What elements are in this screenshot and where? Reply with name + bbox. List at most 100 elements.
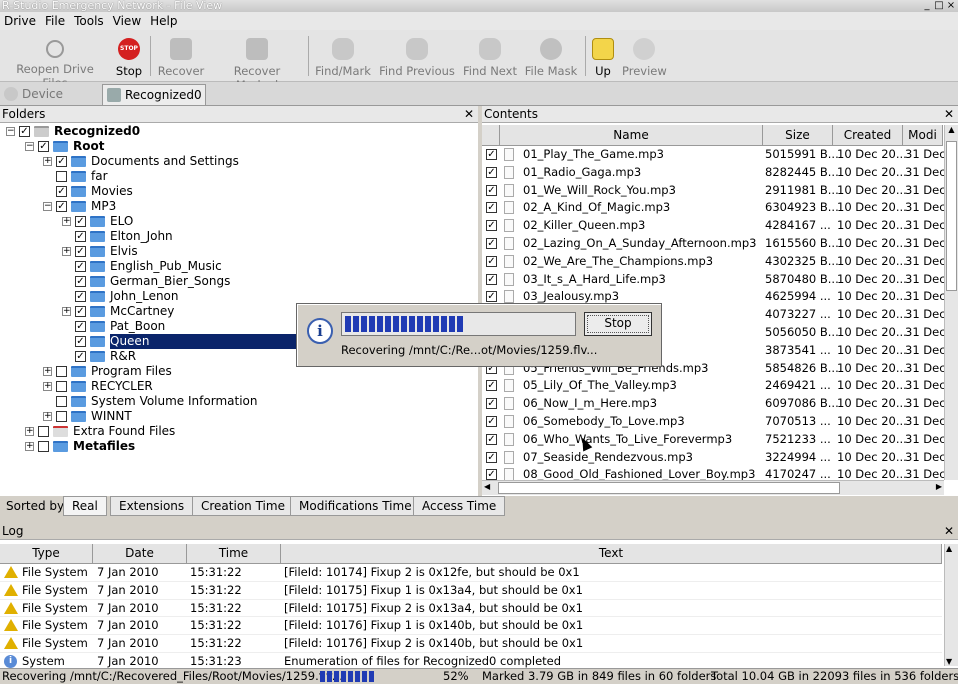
tree-node-mp3[interactable]: − ✓ MP3 [43, 199, 116, 214]
checkbox[interactable]: ✓ [486, 255, 497, 267]
tree-node-root[interactable]: − ✓ Root [25, 139, 104, 154]
close-log-icon[interactable]: ✕ [944, 524, 954, 538]
tree-node-documents[interactable]: + ✓ Documents and Settings [43, 154, 239, 169]
tree-node-program-files[interactable]: + Program Files [43, 364, 172, 379]
file-row[interactable]: ✓ 06_Who_Wants_To_Live_Forevermp3 7521233 … [482, 431, 946, 449]
checkbox[interactable]: ✓ [75, 231, 86, 242]
checkbox[interactable]: ✓ [486, 469, 497, 481]
column-header-modified[interactable]: Modi [903, 125, 943, 146]
tree-node-far[interactable]: far [56, 169, 108, 184]
scroll-right-arrow-icon[interactable]: ▶ [936, 482, 942, 491]
collapse-icon[interactable]: − [25, 142, 34, 151]
checkbox[interactable]: ✓ [38, 141, 49, 152]
tree-node-elvis[interactable]: + ✓ Elvis [62, 244, 138, 259]
up-button[interactable]: Up [590, 36, 616, 80]
log-column-time[interactable]: Time [187, 544, 281, 564]
tree-node-john-lenon[interactable]: ✓ John_Lenon [75, 289, 179, 304]
sort-real-button[interactable]: Real [63, 496, 107, 516]
scroll-down-arrow-icon[interactable]: ▼ [946, 657, 952, 666]
file-row[interactable]: ✓ 02_Lazing_On_A_Sunday_Afternoon.mp3 1615… [482, 235, 946, 253]
tree-node-queen[interactable]: ✓ Queen [75, 334, 330, 349]
checkbox[interactable]: ✓ [486, 184, 497, 196]
checkbox[interactable]: ✓ [75, 291, 86, 302]
tree-node-mccartney[interactable]: + ✓ McCartney [62, 304, 174, 319]
expand-icon[interactable]: + [25, 427, 34, 436]
file-row[interactable]: ✓ 03_It_s_A_Hard_Life.mp3 5870480 B... 10 D… [482, 271, 946, 289]
checkbox[interactable]: ✓ [75, 306, 86, 317]
tree-node-system-volume[interactable]: System Volume Information [56, 394, 257, 409]
file-row[interactable]: ✓ 02_A_Kind_Of_Magic.mp3 6304923 B... 10 De… [482, 199, 946, 217]
tree-node-german-bier[interactable]: ✓ German_Bier_Songs [75, 274, 230, 289]
file-row[interactable]: ✓ 01_Radio_Gaga.mp3 8282445 B... 10 Dec 20.… [482, 164, 946, 182]
close-folders-icon[interactable]: ✕ [464, 107, 474, 121]
checkbox[interactable] [56, 396, 67, 407]
expand-icon[interactable]: + [62, 247, 71, 256]
checkbox[interactable]: ✓ [56, 156, 67, 167]
file-row[interactable]: ✓ 02_Killer_Queen.mp3 4284167 ... 10 Dec 20… [482, 217, 946, 235]
tree-node-movies[interactable]: ✓ Movies [56, 184, 133, 199]
tab-recognized0[interactable]: Recognized0 [102, 84, 206, 105]
log-row[interactable]: File System 7 Jan 2010 15:31:22 [FileId: 10… [0, 617, 942, 636]
expand-icon[interactable]: + [62, 217, 71, 226]
recover-marked-button[interactable]: Recover Marked [212, 36, 302, 92]
column-header-created[interactable]: Created [833, 125, 903, 146]
checkbox[interactable] [56, 366, 67, 377]
checkbox[interactable]: ✓ [486, 433, 497, 445]
checkbox[interactable]: ✓ [75, 336, 86, 347]
tree-node-elo[interactable]: + ✓ ELO [62, 214, 133, 229]
tree-node-pat-boon[interactable]: ✓ Pat_Boon [75, 319, 165, 334]
scroll-up-arrow-icon[interactable]: ▲ [946, 544, 952, 553]
expand-icon[interactable]: + [43, 367, 52, 376]
column-header-size[interactable]: Size [763, 125, 833, 146]
checkbox[interactable]: ✓ [75, 321, 86, 332]
reopen-drive-files-button[interactable]: Reopen Drive Files [4, 36, 106, 90]
maximize-button[interactable]: □ [934, 0, 944, 11]
checkbox[interactable]: ✓ [486, 238, 497, 249]
checkbox[interactable]: ✓ [486, 291, 497, 303]
collapse-icon[interactable]: − [43, 202, 52, 211]
sort-extensions-button[interactable]: Extensions [110, 496, 194, 516]
checkbox[interactable]: ✓ [486, 220, 497, 232]
menu-tools[interactable]: Tools [70, 12, 109, 30]
file-row[interactable]: ✓ 06_Now_I_m_Here.mp3 6097086 B... 10 Dec 2… [482, 395, 946, 413]
expand-icon[interactable]: + [43, 157, 52, 166]
tree-node-metafiles[interactable]: + Metafiles [25, 439, 135, 454]
tree-node-extra-found[interactable]: + Extra Found Files [25, 424, 175, 439]
expand-icon[interactable]: + [62, 307, 71, 316]
scroll-left-arrow-icon[interactable]: ◀ [484, 482, 490, 491]
sort-access-time-button[interactable]: Access Time [413, 496, 506, 516]
scroll-up-arrow-icon[interactable]: ▲ [946, 125, 957, 137]
tree-node-elton-john[interactable]: ✓ Elton_John [75, 229, 173, 244]
column-header-name[interactable]: Name [500, 125, 763, 146]
menu-file[interactable]: File [41, 12, 70, 30]
file-row[interactable]: ✓ 06_Somebody_To_Love.mp3 7070513 ... 10 De… [482, 413, 946, 431]
checkbox[interactable]: ✓ [19, 126, 30, 137]
checkbox[interactable]: ✓ [75, 246, 86, 257]
sort-creation-time-button[interactable]: Creation Time [192, 496, 294, 516]
checkbox[interactable]: ✓ [486, 398, 497, 410]
contents-vertical-scrollbar[interactable]: ▲ [944, 125, 958, 480]
recover-button[interactable]: Recover [156, 36, 206, 80]
checkbox[interactable]: ✓ [75, 351, 86, 362]
log-column-text[interactable]: Text [281, 544, 942, 564]
file-mask-button[interactable]: File Mask [524, 36, 578, 80]
tree-node-recycler[interactable]: + RECYCLER [43, 379, 153, 394]
checkbox[interactable] [38, 426, 49, 437]
close-contents-icon[interactable]: ✕ [944, 107, 954, 121]
checkbox[interactable]: ✓ [56, 186, 67, 197]
sort-modifications-time-button[interactable]: Modifications Time [290, 496, 421, 516]
checkbox[interactable]: ✓ [486, 416, 497, 427]
expand-icon[interactable]: + [43, 382, 52, 391]
log-row[interactable]: File System 7 Jan 2010 15:31:22 [FileId: 10… [0, 582, 942, 600]
tree-node-recognized0[interactable]: − ✓ Recognized0 [6, 124, 140, 139]
find-next-button[interactable]: Find Next [462, 36, 518, 80]
checkbox[interactable]: ✓ [486, 380, 497, 392]
tree-node-rr[interactable]: ✓ R&R [75, 349, 136, 364]
checkbox[interactable] [56, 381, 67, 392]
expand-icon[interactable]: + [43, 412, 52, 421]
tab-device-view[interactable]: Device view [0, 84, 98, 121]
checkbox[interactable]: ✓ [75, 261, 86, 272]
log-vertical-scrollbar[interactable]: ▲ ▼ [944, 544, 958, 666]
find-previous-button[interactable]: Find Previous [379, 36, 455, 80]
tree-node-english-pub[interactable]: ✓ English_Pub_Music [75, 259, 222, 274]
